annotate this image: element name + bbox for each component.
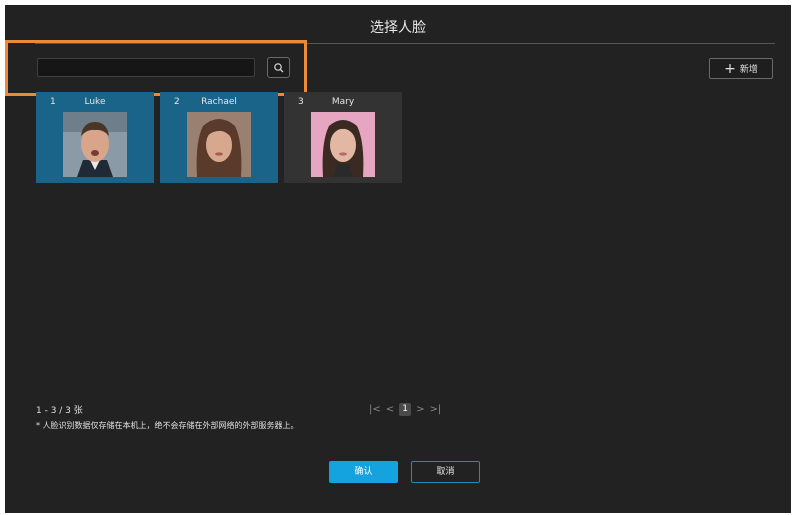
face-card[interactable]: 1 Luke xyxy=(36,92,154,183)
search-icon xyxy=(274,63,284,73)
last-page-icon[interactable]: >| xyxy=(430,404,442,415)
face-photo xyxy=(187,112,251,177)
search-input[interactable] xyxy=(37,58,255,77)
dialog-title: 选择人脸 xyxy=(370,20,426,36)
search-button[interactable] xyxy=(267,57,290,78)
privacy-note: * 人脸识别数据仅存储在本机上，绝不会存储在外部网络的外部服务器上。 xyxy=(36,421,299,430)
title-divider xyxy=(35,43,775,44)
first-page-icon[interactable]: |< xyxy=(369,404,381,415)
result-count: 1 - 3 / 3 张 xyxy=(36,406,83,416)
face-name: Rachael xyxy=(201,97,237,107)
confirm-button[interactable]: 确认 xyxy=(329,461,398,483)
add-face-button[interactable]: + 新增 xyxy=(709,58,773,79)
add-face-label: 新增 xyxy=(739,65,758,75)
pagination: |< < 1 > >| xyxy=(369,402,441,416)
face-photo xyxy=(63,112,127,177)
next-page-icon[interactable]: > xyxy=(416,404,424,415)
plus-icon: + xyxy=(724,60,736,77)
face-photo xyxy=(311,112,375,177)
cancel-button[interactable]: 取消 xyxy=(411,461,480,483)
prev-page-icon[interactable]: < xyxy=(386,404,394,415)
select-face-dialog: 选择人脸 + 新增 1 Luke 2 Rachael 3 Mary 1 - 3 … xyxy=(5,5,791,513)
face-card[interactable]: 3 Mary xyxy=(284,92,402,183)
face-name: Luke xyxy=(84,97,106,107)
face-name: Mary xyxy=(331,97,355,107)
page-number[interactable]: 1 xyxy=(399,402,412,416)
face-card[interactable]: 2 Rachael xyxy=(160,92,278,183)
